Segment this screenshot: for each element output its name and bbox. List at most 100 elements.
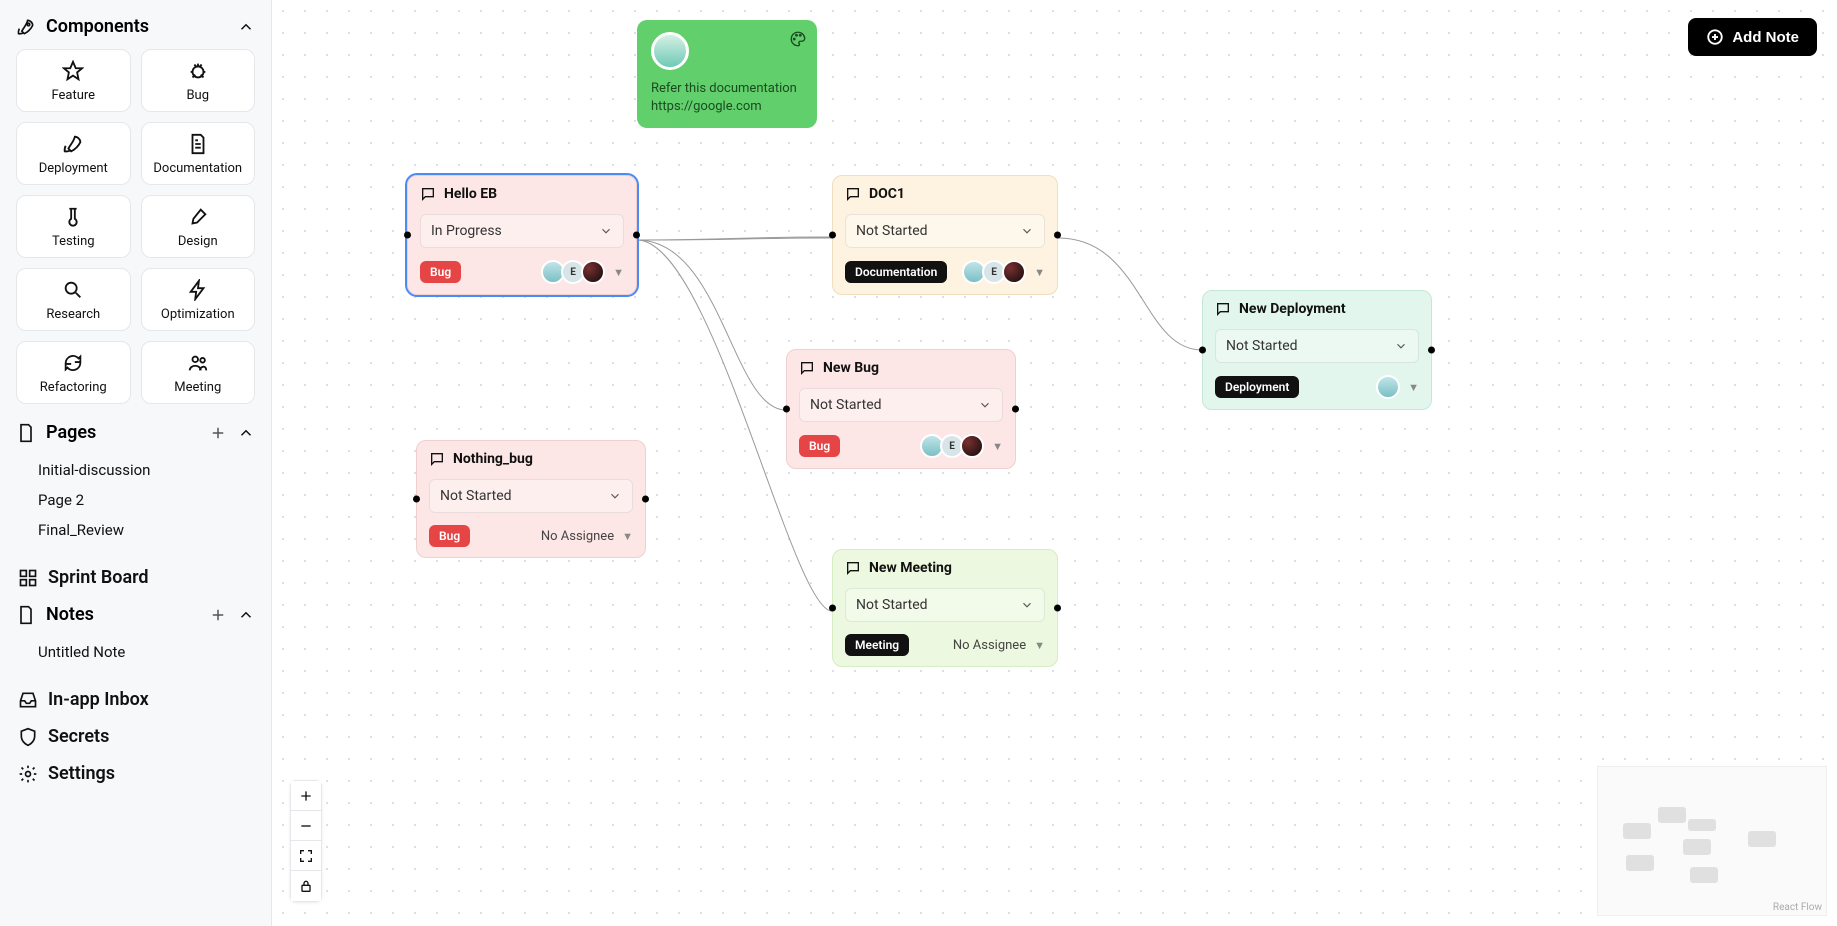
rocket-icon <box>62 133 84 155</box>
status-select[interactable]: In Progress <box>420 214 624 248</box>
badge-bug: Bug <box>799 435 840 457</box>
assignee-list[interactable]: No Assignee ▼ <box>953 638 1045 653</box>
note-item[interactable]: Untitled Note <box>16 637 255 667</box>
flow-canvas[interactable]: Add Note Refer this documentation https:… <box>272 0 1837 926</box>
component-documentation[interactable]: Documentation <box>141 122 256 185</box>
page-item[interactable]: Initial-discussion <box>16 455 255 485</box>
component-bug[interactable]: Bug <box>141 49 256 112</box>
node-new-deployment[interactable]: New Deployment Not Started Deployment ▼ <box>1202 290 1432 410</box>
chevron-down-icon <box>1394 339 1408 353</box>
chevron-up-icon[interactable] <box>237 606 255 624</box>
node-handle-left[interactable] <box>829 232 836 239</box>
dropdown-icon[interactable]: ▼ <box>622 530 633 543</box>
node-handle-left[interactable] <box>413 496 420 503</box>
badge-documentation: Documentation <box>845 261 947 283</box>
file-icon <box>16 423 36 443</box>
node-doc1[interactable]: DOC1 Not Started Documentation E ▼ <box>832 175 1058 295</box>
component-meeting[interactable]: Meeting <box>141 341 256 404</box>
add-note-button[interactable]: Add Note <box>1688 18 1817 56</box>
lock-button[interactable] <box>291 871 321 901</box>
pages-title: Pages <box>46 422 199 443</box>
avatar <box>581 260 605 284</box>
fit-view-button[interactable] <box>291 841 321 871</box>
node-handle-left[interactable] <box>829 605 836 612</box>
sidebar: Components Feature Bug Deployment Docume… <box>0 0 272 926</box>
dropdown-icon[interactable]: ▼ <box>1034 639 1045 652</box>
component-feature[interactable]: Feature <box>16 49 131 112</box>
page-item[interactable]: Page 2 <box>16 485 255 515</box>
notes-header[interactable]: Notes <box>16 604 255 625</box>
node-handle-left[interactable] <box>1199 347 1206 354</box>
chevron-up-icon[interactable] <box>237 424 255 442</box>
node-handle-right[interactable] <box>1054 605 1061 612</box>
status-select[interactable]: Not Started <box>429 479 633 513</box>
component-research[interactable]: Research <box>16 268 131 331</box>
chevron-down-icon <box>599 224 613 238</box>
badge-deployment: Deployment <box>1215 376 1299 398</box>
component-optimization[interactable]: Optimization <box>141 268 256 331</box>
status-select[interactable]: Not Started <box>845 588 1045 622</box>
chevron-down-icon <box>1020 598 1034 612</box>
node-handle-right[interactable] <box>1428 347 1435 354</box>
dropdown-icon[interactable]: ▼ <box>1408 381 1419 394</box>
zoom-out-button[interactable] <box>291 811 321 841</box>
status-select[interactable]: Not Started <box>1215 329 1419 363</box>
node-handle-right[interactable] <box>1012 406 1019 413</box>
plus-icon[interactable] <box>209 606 227 624</box>
bug-icon <box>187 60 209 82</box>
inbox-link[interactable]: In-app Inbox <box>16 681 255 718</box>
status-select[interactable]: Not Started <box>799 388 1003 422</box>
node-handle-right[interactable] <box>633 232 640 239</box>
pages-header[interactable]: Pages <box>16 422 255 443</box>
comment-icon <box>845 560 861 576</box>
node-nothing-bug[interactable]: Nothing_bug Not Started Bug No Assignee … <box>416 440 646 558</box>
doc-icon <box>187 133 209 155</box>
gear-icon <box>18 764 38 784</box>
plus-circle-icon <box>1706 28 1724 46</box>
rocket-icon <box>16 17 36 37</box>
assignee-list[interactable]: E ▼ <box>541 260 624 284</box>
brush-icon <box>187 206 209 228</box>
node-handle-left[interactable] <box>404 232 411 239</box>
sticky-note[interactable]: Refer this documentation https://google.… <box>637 20 817 128</box>
node-handle-left[interactable] <box>783 406 790 413</box>
star-icon <box>62 60 84 82</box>
node-handle-right[interactable] <box>642 496 649 503</box>
chevron-up-icon[interactable] <box>237 18 255 36</box>
node-handle-right[interactable] <box>1054 232 1061 239</box>
status-select[interactable]: Not Started <box>845 214 1045 248</box>
dropdown-icon[interactable]: ▼ <box>1034 266 1045 279</box>
plus-icon <box>298 788 314 804</box>
sprint-board-link[interactable]: Sprint Board <box>16 559 255 596</box>
comment-icon <box>420 186 436 202</box>
comment-icon <box>429 451 445 467</box>
component-refactoring[interactable]: Refactoring <box>16 341 131 404</box>
node-new-meeting[interactable]: New Meeting Not Started Meeting No Assig… <box>832 549 1058 667</box>
search-icon <box>62 279 84 301</box>
component-testing[interactable]: Testing <box>16 195 131 258</box>
plus-icon[interactable] <box>209 424 227 442</box>
badge-meeting: Meeting <box>845 634 909 656</box>
settings-link[interactable]: Settings <box>16 755 255 792</box>
pages-list: Initial-discussion Page 2 Final_Review <box>16 455 255 545</box>
secrets-link[interactable]: Secrets <box>16 718 255 755</box>
comment-icon <box>1215 301 1231 317</box>
node-hello-eb[interactable]: Hello EB In Progress Bug E ▼ <box>407 175 637 295</box>
component-design[interactable]: Design <box>141 195 256 258</box>
assignee-list[interactable]: E ▼ <box>920 434 1003 458</box>
sticky-text: Refer this documentation <box>651 80 803 98</box>
dropdown-icon[interactable]: ▼ <box>613 266 624 279</box>
assignee-list[interactable]: ▼ <box>1376 375 1419 399</box>
component-deployment[interactable]: Deployment <box>16 122 131 185</box>
palette-icon[interactable] <box>789 30 807 48</box>
page-item[interactable]: Final_Review <box>16 515 255 545</box>
components-title: Components <box>46 16 227 37</box>
assignee-list[interactable]: E ▼ <box>962 260 1045 284</box>
chevron-down-icon <box>608 489 622 503</box>
minimap[interactable]: React Flow <box>1597 766 1827 916</box>
node-new-bug[interactable]: New Bug Not Started Bug E ▼ <box>786 349 1016 469</box>
zoom-in-button[interactable] <box>291 781 321 811</box>
components-header[interactable]: Components <box>16 16 255 37</box>
assignee-list[interactable]: No Assignee ▼ <box>541 529 633 544</box>
dropdown-icon[interactable]: ▼ <box>992 440 1003 453</box>
